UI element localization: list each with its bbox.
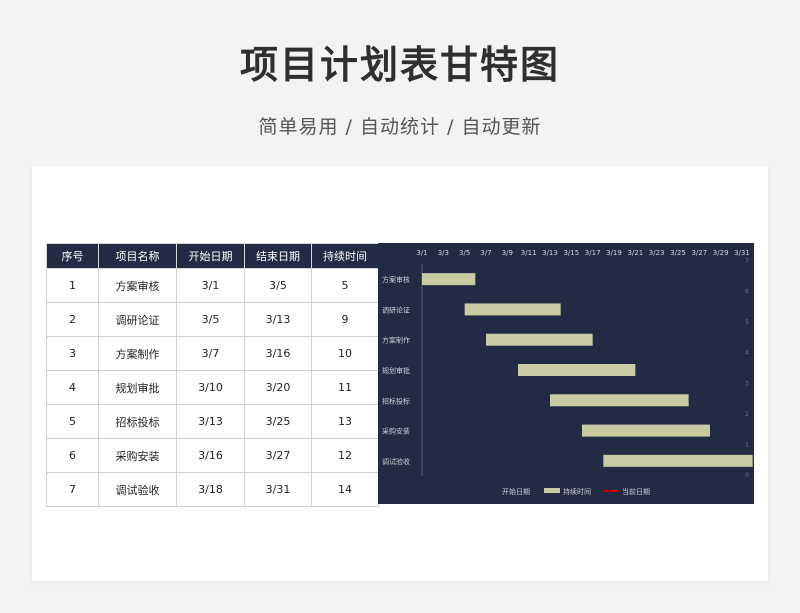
x-tick-label: 3/27 — [691, 249, 707, 257]
page-title: 项目计划表甘特图 — [239, 43, 560, 87]
cell-start: 3/16 — [176, 438, 245, 473]
gantt-bar — [422, 273, 476, 286]
cell-duration: 10 — [311, 336, 379, 371]
gantt-bar — [582, 424, 710, 437]
cell-index: 7 — [46, 472, 99, 507]
gantt-bar — [518, 364, 636, 376]
x-tick-label: 3/5 — [459, 249, 470, 257]
cell-start: 3/18 — [176, 472, 245, 507]
x-tick-label: 3/21 — [627, 249, 643, 257]
col-header-end: 结束日期 — [244, 243, 312, 269]
table-row: 1 方案审核 3/1 3/5 5 — [46, 268, 379, 303]
cell-index: 5 — [46, 404, 99, 439]
x-tick-label: 3/3 — [438, 249, 449, 257]
x-tick-label: 3/31 — [734, 249, 750, 257]
cell-index: 3 — [46, 336, 99, 371]
cell-name: 方案制作 — [98, 336, 177, 371]
x-tick-label: 3/19 — [606, 249, 622, 257]
y2-tick-label: 7 — [745, 258, 749, 265]
cell-end: 3/16 — [244, 336, 312, 371]
y2-tick-label: 2 — [745, 411, 749, 418]
task-table: 序号 项目名称 开始日期 结束日期 持续时间 1 方案审核 3/1 3/5 5 2 调研论证… — [46, 243, 379, 507]
x-tick-label: 3/15 — [563, 249, 579, 257]
table-row: 2 调研论证 3/5 3/13 9 — [46, 302, 379, 337]
x-tick-label: 3/9 — [502, 249, 513, 257]
col-header-duration: 持续时间 — [311, 243, 379, 269]
cell-start: 3/13 — [176, 404, 245, 439]
cell-end: 3/25 — [244, 404, 312, 439]
table-row: 4 规划审批 3/10 3/20 11 — [46, 370, 379, 405]
gantt-bar — [603, 454, 753, 467]
cell-start: 3/5 — [176, 302, 245, 337]
legend-label-duration: 持续时间 — [563, 487, 591, 496]
table-row: 3 方案制作 3/7 3/16 10 — [46, 336, 379, 371]
cell-name: 采购安装 — [98, 438, 177, 473]
cell-duration: 14 — [311, 472, 379, 507]
category-label: 调试验收 — [382, 457, 410, 466]
cell-duration: 12 — [311, 438, 379, 473]
category-label: 采购安装 — [382, 427, 410, 436]
cell-end: 3/27 — [244, 438, 312, 473]
y2-tick-label: 4 — [745, 350, 749, 357]
y2-tick-label: 0 — [745, 472, 749, 479]
gantt-chart: 3/1 3/3 3/5 3/7 3/9 3/11 3/13 3/15 3/17 3/19 3/21 3… — [378, 243, 754, 504]
category-label: 方案审核 — [382, 275, 410, 284]
x-tick-label: 3/29 — [713, 249, 729, 257]
category-label: 招标投标 — [382, 396, 410, 405]
gantt-bar — [464, 303, 561, 316]
cell-end: 3/20 — [244, 370, 312, 405]
category-label: 方案制作 — [382, 336, 410, 345]
gantt-bar — [486, 333, 593, 346]
cell-start: 3/1 — [176, 268, 245, 303]
cell-name: 调试验收 — [98, 472, 177, 507]
x-tick-label: 3/1 — [416, 249, 427, 257]
cell-duration: 9 — [311, 302, 379, 337]
table-row: 6 采购安装 3/16 3/27 12 — [46, 438, 379, 473]
y2-tick-label: 5 — [745, 319, 749, 326]
cell-index: 2 — [46, 302, 99, 337]
cell-end: 3/5 — [244, 268, 312, 303]
cell-name: 调研论证 — [98, 302, 177, 337]
page-subtitle: 简单易用 / 自动统计 / 自动更新 — [258, 116, 542, 138]
col-header-index: 序号 — [46, 243, 99, 269]
y2-tick-label: 1 — [745, 441, 749, 448]
category-label: 规划审批 — [382, 366, 410, 375]
cell-index: 1 — [46, 268, 99, 303]
cell-name: 招标投标 — [98, 404, 177, 439]
cell-start: 3/7 — [176, 336, 245, 371]
cell-index: 4 — [46, 370, 99, 405]
gantt-svg: 3/1 3/3 3/5 3/7 3/9 3/11 3/13 3/15 3/17 3/19 3/21 3… — [382, 249, 753, 496]
x-tick-label: 3/7 — [480, 249, 491, 257]
cell-end: 3/31 — [244, 472, 312, 507]
table-row: 5 招标投标 3/13 3/25 13 — [46, 404, 379, 439]
x-tick-label: 3/17 — [585, 249, 601, 257]
table-header-row: 序号 项目名称 开始日期 结束日期 持续时间 — [46, 243, 379, 269]
y2-tick-label: 6 — [745, 289, 749, 296]
legend-label-start: 开始日期 — [502, 487, 530, 496]
cell-duration: 11 — [311, 370, 379, 405]
col-header-name: 项目名称 — [98, 243, 177, 269]
cell-duration: 13 — [311, 404, 379, 439]
table-row: 7 调试验收 3/18 3/31 14 — [46, 472, 379, 507]
x-tick-label: 3/25 — [670, 249, 686, 257]
y2-tick-label: 3 — [745, 380, 749, 387]
cell-name: 方案审核 — [98, 268, 177, 303]
cell-start: 3/10 — [176, 370, 245, 405]
legend-swatch-duration — [544, 488, 560, 493]
x-tick-label: 3/11 — [521, 249, 537, 257]
cell-name: 规划审批 — [98, 370, 177, 405]
x-tick-label: 3/13 — [542, 249, 558, 257]
cell-duration: 5 — [311, 268, 379, 303]
x-tick-label: 3/23 — [649, 249, 665, 257]
legend-label-current: 当前日期 — [622, 487, 650, 496]
category-label: 调研论证 — [382, 305, 410, 314]
col-header-start: 开始日期 — [176, 243, 245, 269]
cell-index: 6 — [46, 438, 99, 473]
cell-end: 3/13 — [244, 302, 312, 337]
gantt-bar — [550, 394, 689, 407]
